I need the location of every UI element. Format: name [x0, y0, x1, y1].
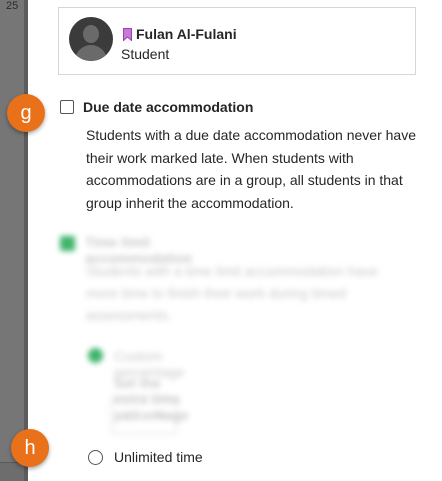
unlimited-time-label[interactable]: Unlimited time	[114, 449, 203, 465]
time-limit-accommodation-description: Students with a time limit accommodation…	[86, 263, 378, 323]
user-name: Fulan Al-Fulani	[136, 26, 237, 42]
unlimited-time-radio[interactable]	[88, 450, 103, 465]
user-avatar-icon	[69, 17, 113, 61]
calendar-cell	[0, 132, 24, 199]
extra-time-unit: %	[154, 408, 166, 423]
due-date-accommodation-description: Students with a due date accommodation n…	[86, 127, 416, 211]
calendar-cell	[0, 264, 24, 331]
callout-h-label: h	[24, 436, 36, 459]
calendar-day-number: 25	[6, 0, 19, 12]
student-card: Fulan Al-Fulani Student	[58, 7, 416, 75]
time-limit-accommodation-checkbox[interactable]	[60, 236, 75, 251]
calendar-cell	[0, 198, 24, 265]
panel-shadow-edge	[24, 0, 28, 481]
custom-percentage-radio[interactable]	[88, 348, 103, 363]
user-role: Student	[121, 46, 170, 62]
due-date-accommodation-checkbox[interactable]	[60, 100, 74, 114]
callout-g-badge: g	[7, 94, 45, 132]
background-page: 25	[0, 0, 28, 481]
extra-time-percentage-input[interactable]: 10 %	[111, 396, 177, 434]
bookmark-icon	[123, 27, 132, 41]
callout-h-badge: h	[11, 429, 49, 467]
user-name-row: Fulan Al-Fulani	[123, 25, 237, 43]
calendar-cell	[0, 330, 24, 397]
callout-g-label: g	[20, 101, 32, 124]
extra-time-value: 10	[124, 408, 139, 423]
calendar-cell: 25	[0, 0, 24, 67]
due-date-accommodation-title[interactable]: Due date accommodation	[83, 99, 253, 115]
